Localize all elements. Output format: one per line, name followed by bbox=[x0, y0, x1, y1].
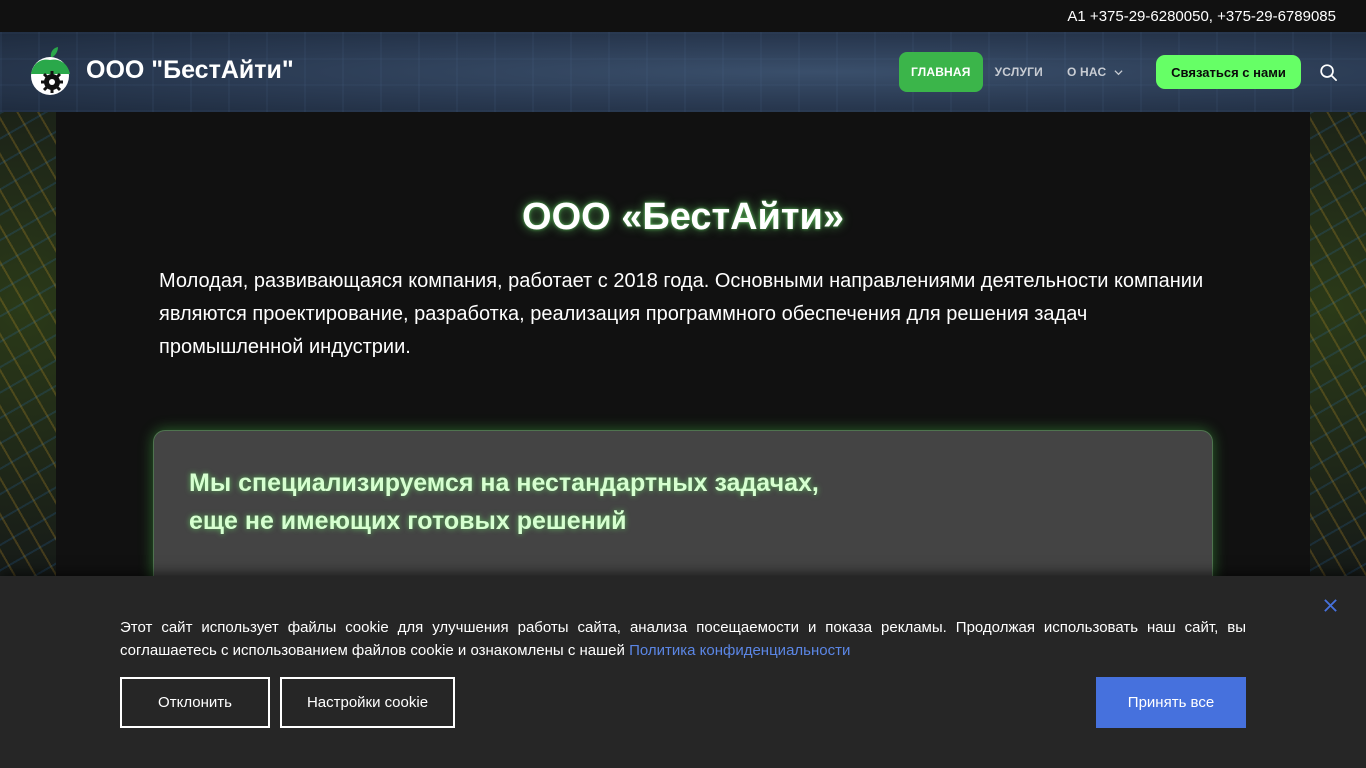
close-icon[interactable] bbox=[1323, 598, 1338, 613]
phone-numbers: А1 +375-29-6280050, +375-29-6789085 bbox=[1067, 7, 1336, 25]
main-nav: ГЛАВНАЯ УСЛУГИ О НАС bbox=[899, 52, 1135, 92]
cookie-settings-button[interactable]: Настройки cookie bbox=[280, 677, 455, 728]
cookie-banner: Этот сайт использует файлы cookie для ул… bbox=[0, 576, 1366, 768]
card-title: Мы специализируемся на нестандартных зад… bbox=[189, 464, 1089, 540]
nav-item-services[interactable]: УСЛУГИ bbox=[983, 52, 1055, 92]
accept-all-cookies-button[interactable]: Принять все bbox=[1096, 677, 1246, 728]
card-title-line-1: Мы специализируемся на нестандартных зад… bbox=[189, 469, 819, 497]
top-contact-bar: А1 +375-29-6280050, +375-29-6789085 bbox=[0, 0, 1366, 32]
contact-us-button[interactable]: Связаться с нами bbox=[1156, 55, 1301, 89]
nav-label: ГЛАВНАЯ bbox=[911, 65, 971, 79]
decline-cookies-button[interactable]: Отклонить bbox=[120, 677, 270, 728]
site-header: ООО "БестАйти" ГЛАВНАЯ УСЛУГИ О НАС Связ… bbox=[0, 32, 1366, 112]
nav-item-home[interactable]: ГЛАВНАЯ bbox=[899, 52, 983, 92]
privacy-policy-link[interactable]: Политика конфиденциальности bbox=[629, 642, 850, 659]
nav-label: УСЛУГИ bbox=[994, 65, 1043, 79]
cookie-notice-text: Этот сайт использует файлы cookie для ул… bbox=[120, 616, 1246, 662]
card-title-line-2: еще не имеющих готовых решений bbox=[189, 507, 627, 535]
page-title: ООО «БестАйти» bbox=[522, 196, 844, 238]
chevron-down-icon bbox=[1114, 69, 1123, 75]
apple-gear-logo-icon[interactable] bbox=[28, 46, 74, 98]
nav-item-about[interactable]: О НАС bbox=[1055, 52, 1135, 92]
site-brand-name[interactable]: ООО "БестАйти" bbox=[86, 56, 294, 85]
nav-label: О НАС bbox=[1066, 65, 1107, 79]
search-icon[interactable] bbox=[1319, 63, 1338, 82]
company-description: Молодая, развивающаяся компания, работае… bbox=[159, 270, 1204, 358]
